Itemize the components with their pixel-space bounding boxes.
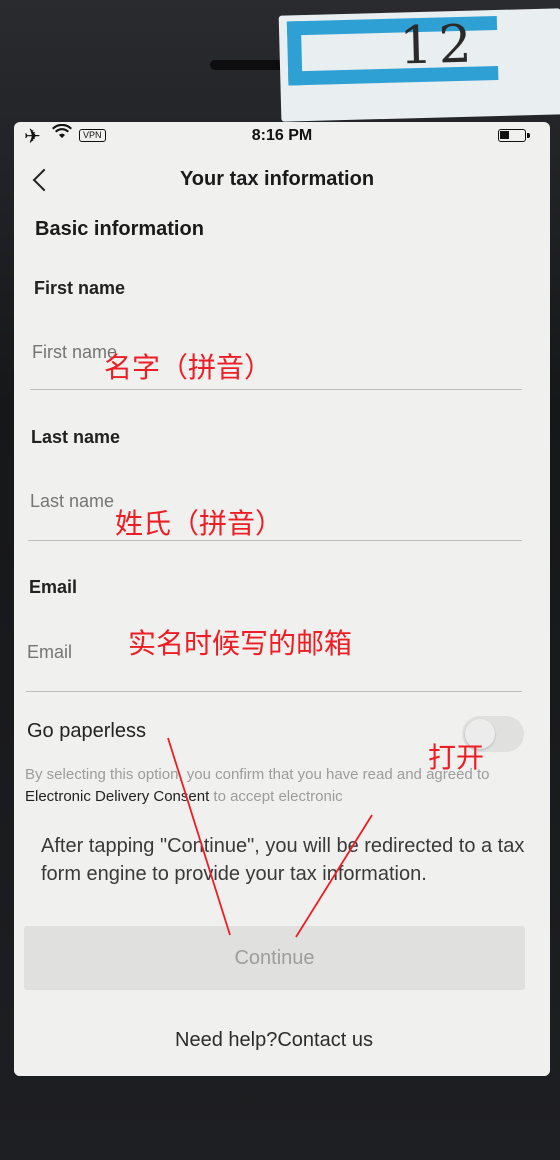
first-name-underline bbox=[30, 389, 522, 390]
battery-icon bbox=[498, 129, 526, 142]
section-title: Basic information bbox=[35, 218, 204, 240]
first-name-annotation: 名字（拼音） bbox=[104, 351, 273, 384]
sticker-number: 12 bbox=[398, 14, 479, 77]
consent-text-before: By selecting this option, you confirm th… bbox=[25, 766, 490, 783]
last-name-label: Last name bbox=[31, 427, 121, 447]
page-title: Your tax information bbox=[179, 168, 375, 190]
email-underline bbox=[26, 691, 522, 692]
redirect-notice: After tapping "Continue", you will be re… bbox=[41, 835, 525, 885]
nav-bar: Your tax information bbox=[14, 154, 550, 204]
consent-text: By selecting this option, you confirm th… bbox=[25, 764, 495, 808]
last-name-annotation: 姓氏（拼音） bbox=[115, 507, 284, 540]
need-help-text: Need help? bbox=[175, 1029, 278, 1051]
continue-button[interactable]: Continue bbox=[24, 926, 525, 990]
phone-screen: ✈ VPN 8:16 PM Your tax information Basic… bbox=[14, 122, 550, 1076]
toggle-annotation: 打开 bbox=[428, 741, 485, 774]
help-row: Need help?Contact us bbox=[14, 1029, 534, 1052]
status-bar: ✈ VPN 8:16 PM bbox=[14, 122, 550, 150]
first-name-label: First name bbox=[34, 278, 126, 298]
status-time: 8:16 PM bbox=[251, 127, 313, 144]
consent-text-after: to accept electronic bbox=[209, 788, 343, 805]
battery-tip bbox=[527, 133, 530, 138]
label-sticker: 12 bbox=[278, 8, 560, 122]
go-paperless-label: Go paperless bbox=[27, 720, 146, 742]
electronic-delivery-consent-link[interactable]: Electronic Delivery Consent bbox=[25, 788, 209, 805]
email-annotation: 实名时候写的邮箱 bbox=[128, 627, 353, 660]
email-label: Email bbox=[29, 577, 78, 597]
contact-us-link[interactable]: Contact us bbox=[277, 1029, 373, 1051]
bottom-panel: After tapping "Continue", you will be re… bbox=[14, 814, 550, 1076]
